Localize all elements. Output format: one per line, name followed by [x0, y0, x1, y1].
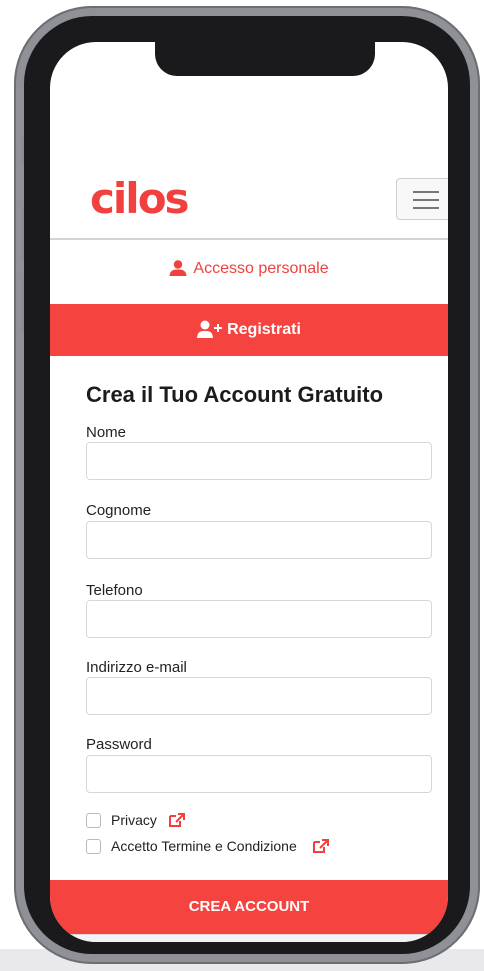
- form-title: Crea il Tuo Account Gratuito: [86, 382, 384, 407]
- phone-screen: cilos Accesso personale Registrati Crea …: [50, 42, 448, 942]
- hamburger-icon-line: [413, 199, 439, 201]
- email-input[interactable]: [86, 677, 432, 715]
- password-input[interactable]: [86, 755, 432, 793]
- terms-row: Accetto Termine e Condizione: [86, 838, 329, 854]
- privacy-label: Privacy: [111, 812, 157, 828]
- register-tab[interactable]: Registrati: [50, 304, 448, 356]
- privacy-row: Privacy: [86, 812, 185, 828]
- nome-input[interactable]: [86, 442, 432, 480]
- site-header: cilos: [50, 130, 448, 240]
- cognome-label: Cognome: [86, 502, 152, 519]
- user-icon: [169, 260, 187, 276]
- privacy-checkbox[interactable]: [86, 813, 101, 828]
- phone-notch: [155, 42, 375, 76]
- login-link[interactable]: Accesso personale: [50, 260, 448, 278]
- browser-toolbar: [50, 934, 448, 942]
- cognome-input[interactable]: [86, 521, 432, 559]
- create-account-button[interactable]: CREA ACCOUNT: [50, 880, 448, 934]
- telefono-input[interactable]: [86, 600, 432, 638]
- telefono-label: Telefono: [86, 582, 143, 599]
- menu-button[interactable]: [396, 178, 448, 220]
- brand-logo[interactable]: cilos: [90, 174, 190, 223]
- external-link-icon[interactable]: [312, 839, 329, 853]
- email-label: Indirizzo e-mail: [86, 659, 187, 676]
- terms-checkbox[interactable]: [86, 839, 101, 854]
- password-label: Password: [86, 736, 152, 753]
- hamburger-icon-line: [413, 207, 439, 209]
- register-label: Registrati: [227, 321, 301, 338]
- user-plus-icon: [197, 320, 223, 338]
- external-link-icon[interactable]: [168, 813, 185, 827]
- terms-label: Accetto Termine e Condizione: [111, 838, 297, 854]
- nome-label: Nome: [86, 424, 127, 441]
- login-label: Accesso personale: [193, 260, 329, 277]
- hamburger-icon: [413, 191, 439, 193]
